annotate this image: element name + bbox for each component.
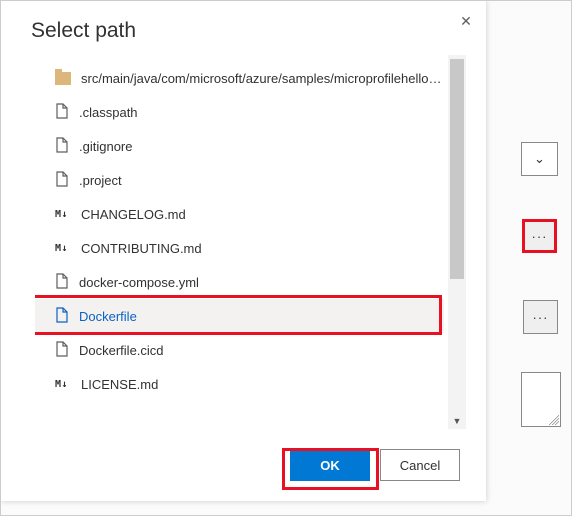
select-path-dialog: ✕ Select path .settingssrc/main/java/com… <box>1 1 486 501</box>
markdown-icon: M↓ <box>55 243 71 254</box>
markdown-icon: M↓ <box>55 209 71 220</box>
bg-ellipsis-button-1[interactable]: ··· <box>522 219 557 253</box>
cancel-button[interactable]: Cancel <box>380 449 460 481</box>
file-icon <box>55 341 69 360</box>
tree-item-label: docker-compose.yml <box>79 275 199 290</box>
tree-item-label: .gitignore <box>79 139 132 154</box>
file-icon <box>55 273 69 292</box>
file-icon <box>55 103 69 122</box>
ok-button[interactable]: OK <box>290 449 370 481</box>
close-icon: ✕ <box>460 13 472 30</box>
scroll-down-arrow[interactable]: ▼ <box>448 413 466 429</box>
file-icon <box>55 307 69 326</box>
bg-ellipsis-button-2[interactable]: ··· <box>523 300 558 334</box>
close-button[interactable]: ✕ <box>452 7 480 35</box>
folder-icon <box>55 72 71 85</box>
tree-item-label: CONTRIBUTING.md <box>81 241 202 256</box>
tree-item[interactable]: M↓ LICENSE.md <box>35 367 444 401</box>
bg-textarea[interactable] <box>521 372 561 427</box>
viewport: ⌄ ··· ··· ✕ Select path .settingssrc/mai… <box>0 0 572 516</box>
file-tree-container: .settingssrc/main/java/com/microsoft/azu… <box>35 55 466 429</box>
scrollbar[interactable]: ▲ ▼ <box>448 55 466 429</box>
tree-item[interactable]: .project <box>35 163 444 197</box>
tree-item-label: LICENSE.md <box>81 377 158 392</box>
scroll-thumb[interactable] <box>450 59 464 279</box>
tree-item[interactable]: .gitignore <box>35 129 444 163</box>
tree-item[interactable]: M↓ CONTRIBUTING.md <box>35 231 444 265</box>
chevron-down-icon: ⌄ <box>534 151 545 167</box>
bg-dropdown[interactable]: ⌄ <box>521 142 558 176</box>
tree-item-label: .project <box>79 173 122 188</box>
tree-item[interactable]: src/main/java/com/microsoft/azure/sample… <box>35 61 444 95</box>
tree-item-label: Dockerfile <box>79 309 137 324</box>
file-icon <box>55 137 69 156</box>
tree-item[interactable]: docker-compose.yml <box>35 265 444 299</box>
markdown-icon: M↓ <box>55 379 71 390</box>
tree-item-label: .classpath <box>79 105 138 120</box>
ellipsis-icon: ··· <box>533 310 549 325</box>
dialog-footer: OK Cancel <box>1 429 486 501</box>
tree-item[interactable]: M↓ CHANGELOG.md <box>35 197 444 231</box>
tree-item[interactable]: .classpath <box>35 95 444 129</box>
tree-item[interactable]: Dockerfile.cicd <box>35 333 444 367</box>
tree-item-label: Dockerfile.cicd <box>79 343 164 358</box>
resize-grip-icon <box>549 415 559 425</box>
ellipsis-icon: ··· <box>532 229 548 244</box>
tree-item-label: src/main/java/com/microsoft/azure/sample… <box>81 71 444 86</box>
tree-item-label: CHANGELOG.md <box>81 207 186 222</box>
file-icon <box>55 171 69 190</box>
dialog-title: Select path <box>1 1 486 51</box>
file-tree[interactable]: .settingssrc/main/java/com/microsoft/azu… <box>35 55 444 429</box>
tree-item[interactable]: Dockerfile <box>35 299 444 333</box>
